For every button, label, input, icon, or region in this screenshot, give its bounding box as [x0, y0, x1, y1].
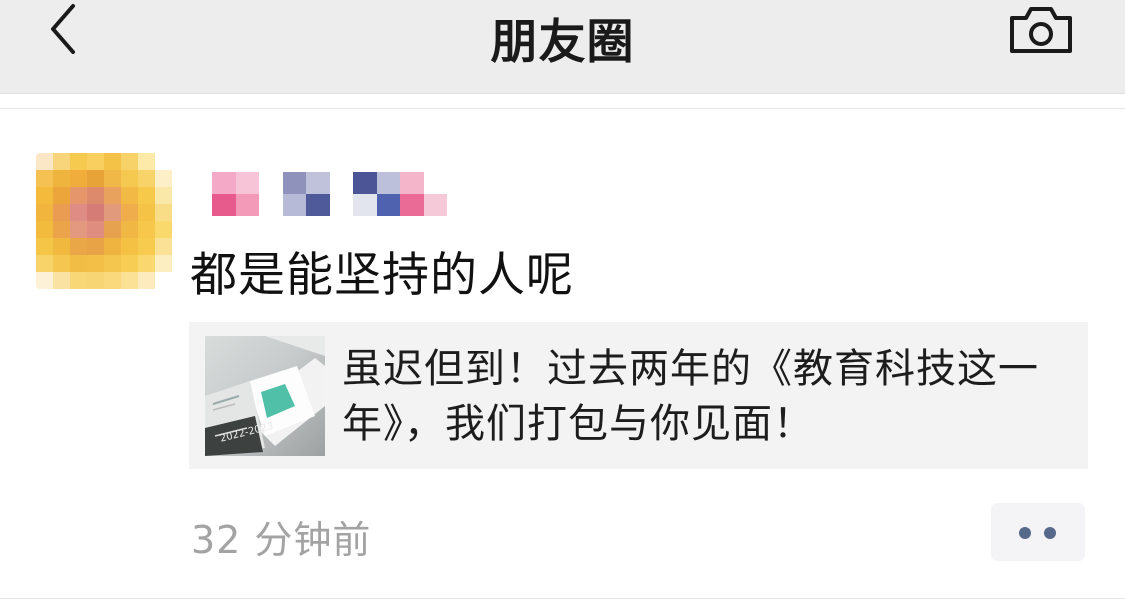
user-nickname[interactable] [212, 172, 447, 216]
page-title: 朋友圈 [490, 15, 635, 70]
avatar[interactable] [36, 153, 172, 289]
top-nav-bar: 朋友圈 [0, 0, 1125, 94]
more-actions-button[interactable] [991, 503, 1085, 561]
camera-button[interactable] [1006, 4, 1076, 56]
bottom-divider [0, 598, 1125, 599]
link-thumbnail: 2022-2023 [205, 336, 325, 456]
post-timestamp: 32 分钟前 [191, 518, 372, 562]
camera-icon [1010, 7, 1072, 53]
link-card-title: 虽迟但到！过去两年的《教育科技这一年》，我们打包与你见面！ [342, 346, 1039, 447]
top-divider [0, 108, 1125, 109]
shared-link-card[interactable]: 2022-2023 虽迟但到！过去两年的《教育科技这一年》，我们打包与你见面！ [189, 322, 1088, 469]
post-text: 都是能坚持的人呢 [190, 248, 574, 303]
